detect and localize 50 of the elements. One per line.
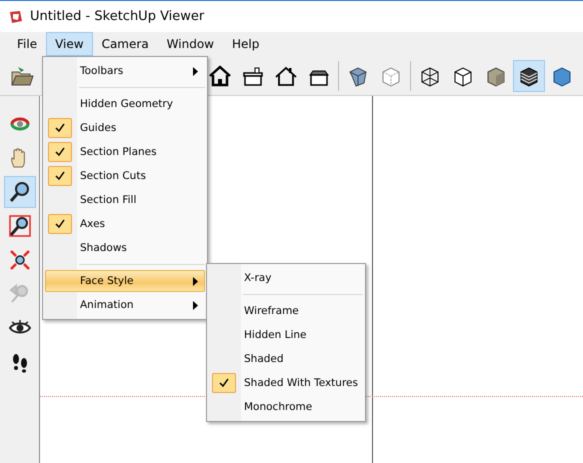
menu-item[interactable]: Hidden Geometry xyxy=(45,93,205,115)
menu-item[interactable]: Section Cuts xyxy=(45,165,205,187)
checkmark-icon xyxy=(55,171,65,181)
checkmark-icon xyxy=(55,147,65,157)
menu-label: Face Style xyxy=(80,275,134,287)
house-icon xyxy=(208,64,232,88)
tool-button[interactable] xyxy=(513,60,545,92)
menu-item[interactable]: Guides xyxy=(45,117,205,139)
menu-label: Axes xyxy=(80,218,106,230)
menu-label: Section Cuts xyxy=(80,170,147,182)
menu-label: Shaded With Textures xyxy=(244,377,359,389)
magnifier-icon xyxy=(8,180,32,204)
menu-bar-item[interactable]: View xyxy=(46,32,93,56)
menu-item[interactable]: Hidden Line xyxy=(209,324,363,346)
menu-item[interactable]: Toolbars xyxy=(45,60,205,82)
menu-label: Animation xyxy=(80,299,135,311)
menu-bar-item[interactable]: Camera xyxy=(92,32,158,56)
menu-bar-item[interactable]: Help xyxy=(223,32,268,56)
menu-label: Shadows xyxy=(80,242,128,254)
menu-item[interactable]: X-ray xyxy=(209,267,363,289)
menu-item[interactable]: Shaded xyxy=(209,348,363,370)
zoom-window-icon xyxy=(8,214,32,238)
window-title: Untitled - SketchUp Viewer xyxy=(30,9,204,24)
menu-item[interactable]: Axes xyxy=(45,213,205,235)
tool-button[interactable] xyxy=(4,176,36,208)
menu-item[interactable]: Face Style xyxy=(45,270,205,292)
menu-label: Hidden Line xyxy=(244,329,308,341)
checkmark-icon xyxy=(219,378,229,388)
menu-label: Wireframe xyxy=(244,305,300,317)
menu-bar-item[interactable]: Window xyxy=(158,32,223,56)
menu-label: Section Planes xyxy=(80,146,158,158)
menu-label: Guides xyxy=(80,122,118,134)
menu-label: X-ray xyxy=(244,272,272,284)
menu-label: Shaded xyxy=(244,353,285,365)
menu-item[interactable]: Shadows xyxy=(45,237,205,259)
checkmark-icon xyxy=(55,123,65,133)
menu-item[interactable]: Monochrome xyxy=(209,396,363,418)
menu-item[interactable]: Shaded With Textures xyxy=(209,372,363,394)
zoom-extents-icon xyxy=(8,248,32,272)
menu-bar-item[interactable]: File xyxy=(8,32,46,56)
app-logo-icon xyxy=(8,8,24,24)
menu-label: Hidden Geometry xyxy=(80,98,174,110)
menu-item[interactable]: Section Planes xyxy=(45,141,205,163)
menu-label: Toolbars xyxy=(80,65,124,77)
menu-label: Monochrome xyxy=(244,401,314,413)
menu-item[interactable]: Wireframe xyxy=(209,300,363,322)
checkmark-icon xyxy=(55,219,65,229)
menu-item[interactable]: Section Fill xyxy=(45,189,205,211)
menu-label: Section Fill xyxy=(80,194,138,206)
menu-item[interactable]: Animation xyxy=(45,294,205,316)
